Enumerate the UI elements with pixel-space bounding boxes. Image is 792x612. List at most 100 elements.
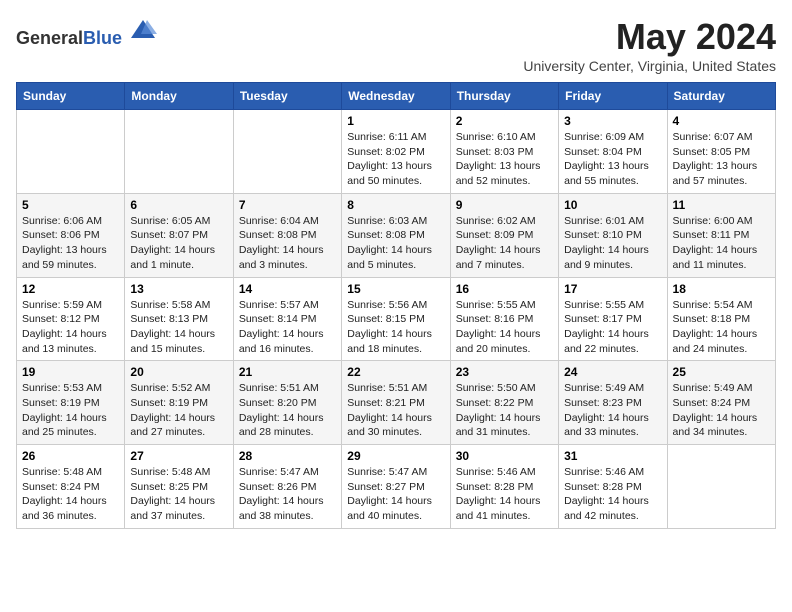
calendar-cell: 8 Sunrise: 6:03 AMSunset: 8:08 PMDaylight…: [342, 193, 450, 277]
day-info: Sunrise: 6:03 AMSunset: 8:08 PMDaylight:…: [347, 214, 444, 273]
day-of-week-header: Thursday: [450, 83, 558, 110]
day-number: 18: [673, 282, 770, 296]
day-number: 28: [239, 449, 336, 463]
day-number: 25: [673, 365, 770, 379]
day-info: Sunrise: 5:49 AMSunset: 8:23 PMDaylight:…: [564, 381, 661, 440]
day-of-week-header: Friday: [559, 83, 667, 110]
day-number: 31: [564, 449, 661, 463]
calendar-cell: 31 Sunrise: 5:46 AMSunset: 8:28 PMDayligh…: [559, 445, 667, 529]
calendar-cell: [233, 110, 341, 194]
calendar-week-row: 5Sunrise: 6:06 AMSunset: 8:06 PMDaylight…: [17, 193, 776, 277]
calendar-cell: 22Sunrise: 5:51 AMSunset: 8:21 PMDayligh…: [342, 361, 450, 445]
title-block: May 2024 University Center, Virginia, Un…: [523, 16, 776, 74]
calendar-cell: 23 Sunrise: 5:50 AMSunset: 8:22 PMDayligh…: [450, 361, 558, 445]
logo-icon: [129, 16, 157, 44]
calendar-cell: 2Sunrise: 6:10 AMSunset: 8:03 PMDaylight…: [450, 110, 558, 194]
day-number: 30: [456, 449, 553, 463]
calendar-table: SundayMondayTuesdayWednesdayThursdayFrid…: [16, 82, 776, 529]
day-number: 21: [239, 365, 336, 379]
calendar-cell: 29 Sunrise: 5:47 AMSunset: 8:27 PMDayligh…: [342, 445, 450, 529]
location-title: University Center, Virginia, United Stat…: [523, 58, 776, 74]
calendar-cell: 1 Sunrise: 6:11 AMSunset: 8:02 PMDaylight…: [342, 110, 450, 194]
calendar-cell: 5Sunrise: 6:06 AMSunset: 8:06 PMDaylight…: [17, 193, 125, 277]
calendar-week-row: 1 Sunrise: 6:11 AMSunset: 8:02 PMDaylight…: [17, 110, 776, 194]
day-number: 8: [347, 198, 444, 212]
day-number: 23: [456, 365, 553, 379]
day-info: Sunrise: 5:47 AMSunset: 8:26 PMDaylight:…: [239, 465, 336, 524]
day-info: Sunrise: 5:52 AMSunset: 8:19 PMDaylight:…: [130, 381, 227, 440]
calendar-cell: 30 Sunrise: 5:46 AMSunset: 8:28 PMDayligh…: [450, 445, 558, 529]
day-info: Sunrise: 6:06 AMSunset: 8:06 PMDaylight:…: [22, 214, 119, 273]
page-header: GeneralBlue May 2024 University Center, …: [16, 16, 776, 74]
calendar-cell: 13Sunrise: 5:58 AMSunset: 8:13 PMDayligh…: [125, 277, 233, 361]
day-info: Sunrise: 6:11 AMSunset: 8:02 PMDaylight:…: [347, 130, 444, 189]
day-info: Sunrise: 6:09 AMSunset: 8:04 PMDaylight:…: [564, 130, 661, 189]
calendar-cell: 14 Sunrise: 5:57 AMSunset: 8:14 PMDayligh…: [233, 277, 341, 361]
logo: GeneralBlue: [16, 16, 157, 49]
calendar-cell: [125, 110, 233, 194]
day-number: 3: [564, 114, 661, 128]
day-number: 24: [564, 365, 661, 379]
day-number: 14: [239, 282, 336, 296]
calendar-week-row: 19 Sunrise: 5:53 AMSunset: 8:19 PMDayligh…: [17, 361, 776, 445]
day-info: Sunrise: 5:53 AMSunset: 8:19 PMDaylight:…: [22, 381, 119, 440]
day-info: Sunrise: 5:46 AMSunset: 8:28 PMDaylight:…: [564, 465, 661, 524]
day-info: Sunrise: 5:50 AMSunset: 8:22 PMDaylight:…: [456, 381, 553, 440]
calendar-cell: 18 Sunrise: 5:54 AMSunset: 8:18 PMDayligh…: [667, 277, 775, 361]
calendar-cell: 21 Sunrise: 5:51 AMSunset: 8:20 PMDayligh…: [233, 361, 341, 445]
day-number: 12: [22, 282, 119, 296]
day-number: 29: [347, 449, 444, 463]
day-info: Sunrise: 6:07 AMSunset: 8:05 PMDaylight:…: [673, 130, 770, 189]
day-number: 9: [456, 198, 553, 212]
calendar-cell: 3 Sunrise: 6:09 AMSunset: 8:04 PMDaylight…: [559, 110, 667, 194]
day-info: Sunrise: 5:57 AMSunset: 8:14 PMDaylight:…: [239, 298, 336, 357]
day-info: Sunrise: 5:55 AMSunset: 8:16 PMDaylight:…: [456, 298, 553, 357]
day-number: 27: [130, 449, 227, 463]
calendar-cell: 28 Sunrise: 5:47 AMSunset: 8:26 PMDayligh…: [233, 445, 341, 529]
day-info: Sunrise: 6:00 AMSunset: 8:11 PMDaylight:…: [673, 214, 770, 273]
day-number: 4: [673, 114, 770, 128]
day-number: 22: [347, 365, 444, 379]
calendar-cell: 4 Sunrise: 6:07 AMSunset: 8:05 PMDaylight…: [667, 110, 775, 194]
calendar-cell: 19 Sunrise: 5:53 AMSunset: 8:19 PMDayligh…: [17, 361, 125, 445]
calendar-week-row: 26Sunrise: 5:48 AMSunset: 8:24 PMDayligh…: [17, 445, 776, 529]
day-of-week-header: Wednesday: [342, 83, 450, 110]
calendar-cell: 24 Sunrise: 5:49 AMSunset: 8:23 PMDayligh…: [559, 361, 667, 445]
day-info: Sunrise: 5:56 AMSunset: 8:15 PMDaylight:…: [347, 298, 444, 357]
day-info: Sunrise: 5:49 AMSunset: 8:24 PMDaylight:…: [673, 381, 770, 440]
day-number: 15: [347, 282, 444, 296]
day-info: Sunrise: 6:04 AMSunset: 8:08 PMDaylight:…: [239, 214, 336, 273]
logo-general-text: General: [16, 28, 83, 48]
calendar-cell: [17, 110, 125, 194]
day-info: Sunrise: 5:58 AMSunset: 8:13 PMDaylight:…: [130, 298, 227, 357]
day-info: Sunrise: 5:54 AMSunset: 8:18 PMDaylight:…: [673, 298, 770, 357]
logo-blue-text: Blue: [83, 28, 122, 48]
day-of-week-header: Tuesday: [233, 83, 341, 110]
calendar-cell: 27 Sunrise: 5:48 AMSunset: 8:25 PMDayligh…: [125, 445, 233, 529]
day-info: Sunrise: 5:47 AMSunset: 8:27 PMDaylight:…: [347, 465, 444, 524]
day-of-week-header: Saturday: [667, 83, 775, 110]
month-title: May 2024: [523, 16, 776, 58]
calendar-cell: 12Sunrise: 5:59 AMSunset: 8:12 PMDayligh…: [17, 277, 125, 361]
day-number: 19: [22, 365, 119, 379]
calendar-cell: 10Sunrise: 6:01 AMSunset: 8:10 PMDayligh…: [559, 193, 667, 277]
calendar-cell: 15 Sunrise: 5:56 AMSunset: 8:15 PMDayligh…: [342, 277, 450, 361]
day-of-week-header: Monday: [125, 83, 233, 110]
day-info: Sunrise: 5:48 AMSunset: 8:25 PMDaylight:…: [130, 465, 227, 524]
day-number: 1: [347, 114, 444, 128]
day-info: Sunrise: 6:01 AMSunset: 8:10 PMDaylight:…: [564, 214, 661, 273]
calendar-cell: 26Sunrise: 5:48 AMSunset: 8:24 PMDayligh…: [17, 445, 125, 529]
day-info: Sunrise: 5:55 AMSunset: 8:17 PMDaylight:…: [564, 298, 661, 357]
calendar-week-row: 12Sunrise: 5:59 AMSunset: 8:12 PMDayligh…: [17, 277, 776, 361]
day-number: 16: [456, 282, 553, 296]
day-info: Sunrise: 6:02 AMSunset: 8:09 PMDaylight:…: [456, 214, 553, 273]
day-info: Sunrise: 5:51 AMSunset: 8:20 PMDaylight:…: [239, 381, 336, 440]
day-number: 2: [456, 114, 553, 128]
calendar-cell: 25 Sunrise: 5:49 AMSunset: 8:24 PMDayligh…: [667, 361, 775, 445]
day-number: 7: [239, 198, 336, 212]
day-number: 20: [130, 365, 227, 379]
calendar-cell: 16 Sunrise: 5:55 AMSunset: 8:16 PMDayligh…: [450, 277, 558, 361]
calendar-cell: 20 Sunrise: 5:52 AMSunset: 8:19 PMDayligh…: [125, 361, 233, 445]
day-info: Sunrise: 5:46 AMSunset: 8:28 PMDaylight:…: [456, 465, 553, 524]
calendar-cell: 17Sunrise: 5:55 AMSunset: 8:17 PMDayligh…: [559, 277, 667, 361]
